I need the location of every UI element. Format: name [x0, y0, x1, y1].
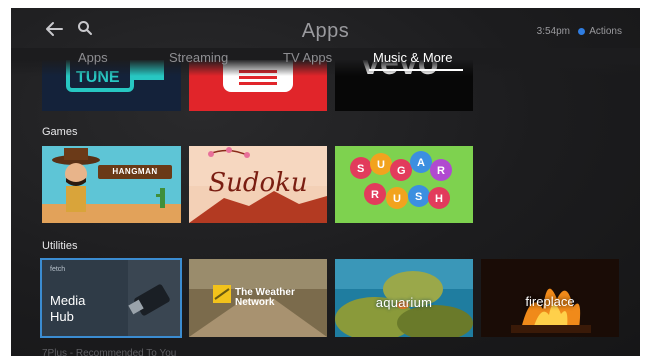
svg-text:R: R [371, 189, 379, 201]
hangman-logo: HANGMAN [98, 165, 172, 179]
top-bar: Apps 3:54pm Actions [11, 8, 640, 50]
svg-text:G: G [397, 165, 406, 177]
svg-text:S: S [357, 163, 364, 175]
fireplace-tile[interactable]: fireplace [481, 259, 619, 337]
aquarium-logo: aquarium [375, 295, 433, 310]
aquarium-tile[interactable]: aquarium [335, 259, 473, 337]
tab-streaming[interactable]: Streaming [169, 50, 228, 65]
sudoku-logo: Sudoku [208, 168, 308, 198]
section-title-games: Games [42, 126, 78, 138]
svg-text:U: U [393, 193, 401, 205]
fetch-brand-label: fetch [50, 266, 66, 273]
category-tabs: Apps Streaming TV Apps Music & More [11, 50, 640, 71]
weather-network-tile[interactable]: The Weather Network [189, 259, 327, 337]
tab-apps[interactable]: Apps [78, 50, 108, 65]
svg-text:A: A [417, 157, 425, 169]
svg-text:H: H [435, 193, 443, 205]
svg-text:S: S [415, 191, 422, 203]
tab-tv-apps[interactable]: TV Apps [283, 50, 332, 65]
sugar-rush-artwork: S U G A R R U S H [350, 151, 452, 209]
tv-screen: TUNE vevo Apps 3:54pm Actions [11, 8, 640, 356]
svg-text:U: U [377, 159, 385, 171]
actions-button[interactable]: Actions [578, 26, 622, 37]
svg-text:R: R [437, 165, 445, 177]
section-title-next: 7Plus - Recommended To You [42, 348, 177, 356]
tab-music-and-more[interactable]: Music & More [373, 50, 452, 65]
weather-network-logo: The Weather Network [235, 287, 295, 308]
hangman-tile[interactable]: HANGMAN [42, 146, 181, 223]
actions-dot-icon [578, 28, 586, 35]
clock: 3:54pm [536, 26, 570, 37]
media-hub-label: Media Hub [50, 293, 86, 324]
hangman-artwork [42, 148, 181, 223]
fireplace-logo: fireplace [525, 294, 575, 309]
actions-label: Actions [589, 26, 622, 37]
sudoku-tile[interactable]: Sudoku [189, 146, 327, 223]
section-title-utilities: Utilities [42, 240, 78, 252]
fetch-media-hub-tile[interactable]: fetch Media Hub [40, 258, 182, 338]
active-tab-indicator [369, 69, 463, 71]
sugar-rush-tile[interactable]: S U G A R R U S H [335, 146, 473, 223]
